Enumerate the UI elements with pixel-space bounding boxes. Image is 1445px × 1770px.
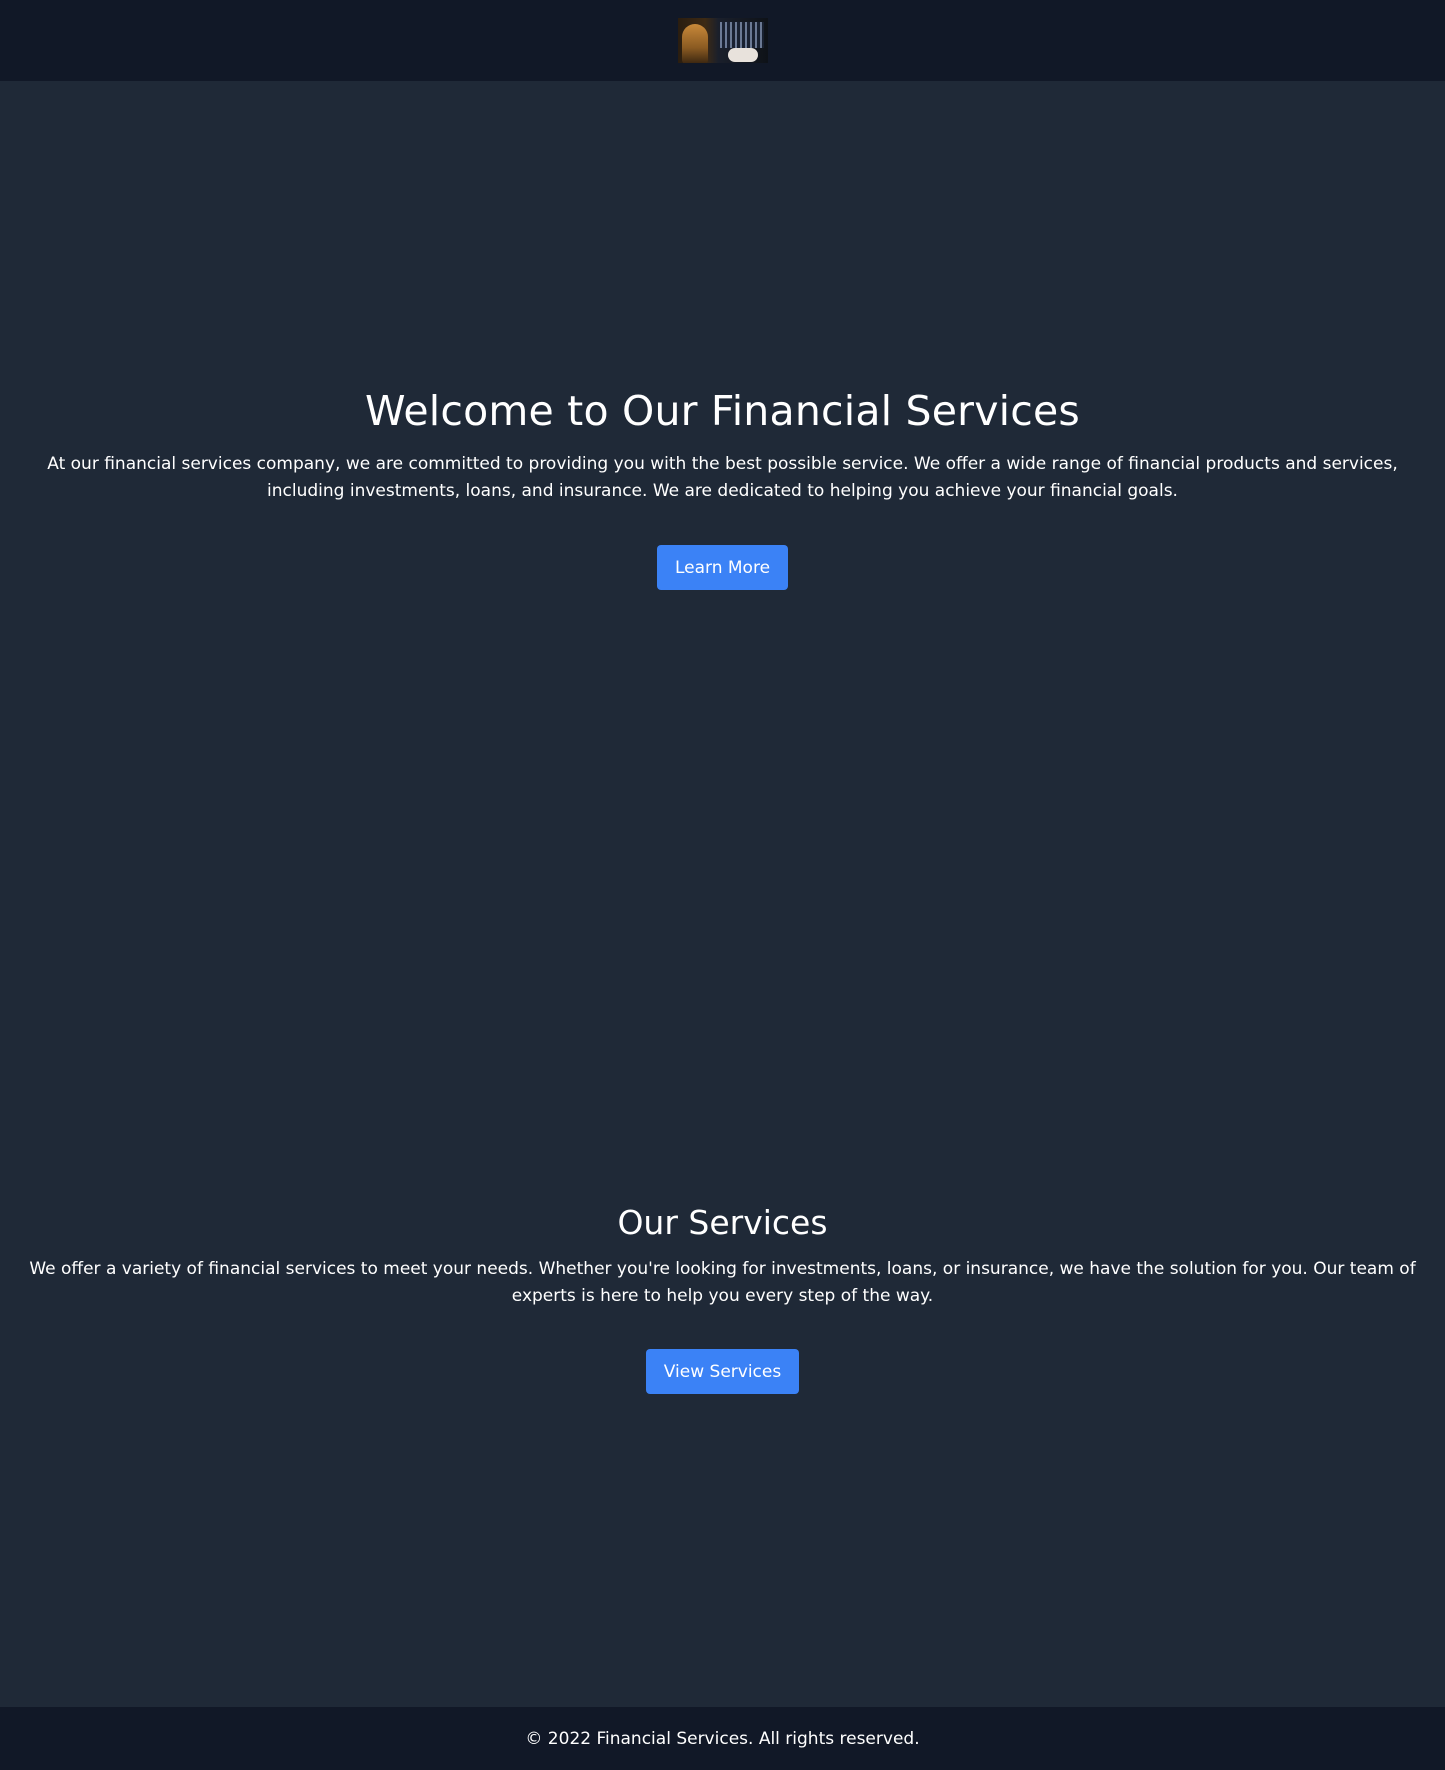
services-description: We offer a variety of financial services… — [29, 1259, 1416, 1306]
learn-more-button[interactable]: Learn More — [656, 545, 789, 590]
hero-description: At our financial services company, we ar… — [47, 454, 1398, 501]
logo-image[interactable] — [677, 18, 768, 63]
hero-title: Welcome to Our Financial Services — [365, 387, 1080, 435]
logo-person-graphic — [681, 24, 708, 63]
logo-screen-graphic — [719, 22, 764, 48]
site-footer: © 2022 Financial Services. All rights re… — [0, 1707, 1445, 1770]
view-services-button[interactable]: View Services — [645, 1349, 800, 1394]
services-section: Our Services We offer a variety of finan… — [0, 1200, 1445, 1394]
hero-section: Welcome to Our Financial Services At our… — [0, 383, 1445, 590]
logo-hand-graphic — [727, 48, 758, 62]
copyright-text: © 2022 Financial Services. All rights re… — [525, 1728, 920, 1749]
site-header — [0, 0, 1445, 81]
services-title: Our Services — [617, 1203, 828, 1242]
